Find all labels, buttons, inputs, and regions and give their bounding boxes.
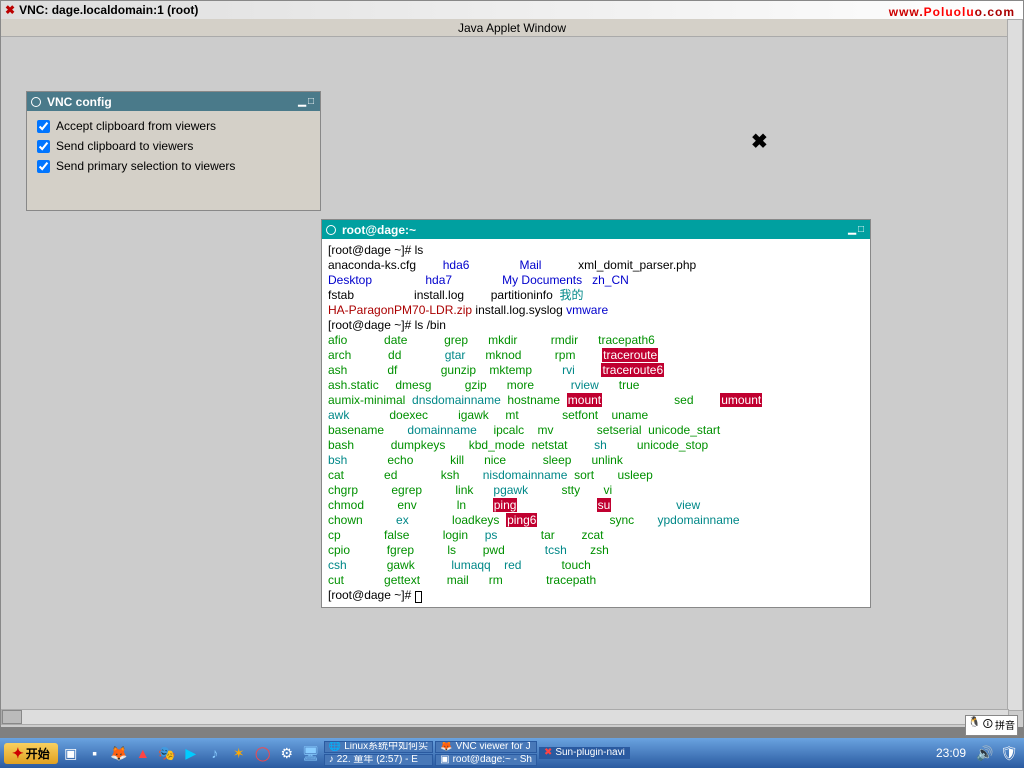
menu-icon[interactable] xyxy=(31,97,41,107)
start-label: 开始 xyxy=(26,745,50,762)
vnc-config-panel: VNC config ▁□ Accept clipboard from view… xyxy=(26,91,321,211)
config-option: Send clipboard to viewers xyxy=(37,139,310,153)
task-item[interactable]: ♪22. 童年 (2:57) - E xyxy=(324,754,433,766)
scrollbar-thumb[interactable] xyxy=(2,710,22,724)
vnc-config-title: VNC config xyxy=(47,95,112,109)
watermark: www.Poluoluo.com xyxy=(889,5,1015,19)
option-label: Send clipboard to viewers xyxy=(56,139,193,153)
terminal-output[interactable]: [root@dage ~]# ls anaconda-ks.cfg hda6 M… xyxy=(322,239,870,607)
vnc-title-bar[interactable]: ✖ VNC: dage.localdomain:1 (root) xyxy=(1,1,1023,19)
ime-indicator-top[interactable]: 🐧🛈拼音 xyxy=(965,715,1018,736)
task-item[interactable]: ▣root@dage:~ - Sh xyxy=(435,754,537,766)
task-item[interactable]: 🦊VNC viewer for J xyxy=(435,741,537,753)
taskbar: ✦ 开始 ▣ ▪ 🦊 ▲ 🎭 ▶ ♪ ✶ ◯ ⚙ 🖥 🌐Linux系统中如何实 … xyxy=(0,738,1024,768)
clock[interactable]: 23:09 xyxy=(936,746,972,760)
close-icon[interactable]: ✖ xyxy=(751,129,768,154)
horizontal-scrollbar[interactable] xyxy=(1,709,1009,725)
menu-icon[interactable] xyxy=(326,225,336,235)
vnc-content-area: Java Applet Window ✖ VNC config ▁□ Accep… xyxy=(1,19,1023,727)
app-icon-1[interactable]: 🎭 xyxy=(156,742,178,764)
media-icon[interactable]: ▶ xyxy=(180,742,202,764)
firefox-icon[interactable]: 🦊 xyxy=(108,742,130,764)
option-label: Send primary selection to viewers xyxy=(56,159,235,173)
terminal-window: root@dage:~ ▁□ [root@dage ~]# ls anacond… xyxy=(321,219,871,608)
window-buttons[interactable]: ▁□ xyxy=(848,224,866,235)
terminal-title: root@dage:~ xyxy=(342,223,416,237)
checkbox-accept-clipboard[interactable] xyxy=(37,120,50,133)
penguin-icon: 🐧 xyxy=(968,717,980,734)
task-item[interactable]: 🌐Linux系统中如何实 xyxy=(324,741,433,753)
vnc-config-title-bar[interactable]: VNC config ▁□ xyxy=(27,92,320,111)
vnc-title-text: VNC: dage.localdomain:1 (root) xyxy=(19,3,198,17)
desktop-icon[interactable]: ▣ xyxy=(60,742,82,764)
vnc-x-icon: ✖ xyxy=(5,3,15,17)
config-option: Send primary selection to viewers xyxy=(37,159,310,173)
applet-bar: Java Applet Window xyxy=(1,19,1023,37)
vertical-scrollbar[interactable] xyxy=(1007,19,1023,711)
window-buttons[interactable]: ▁□ xyxy=(298,96,316,107)
task-item-active[interactable]: ✖Sun-plugin-navi xyxy=(539,747,630,759)
star-icon: ✦ xyxy=(12,745,24,762)
tray-icon-2[interactable]: 🛡 xyxy=(998,742,1020,764)
task-group-1: 🌐Linux系统中如何实 ♪22. 童年 (2:57) - E xyxy=(324,741,433,766)
start-button[interactable]: ✦ 开始 xyxy=(4,743,58,764)
kde-icon[interactable]: ⚙ xyxy=(276,742,298,764)
monitor-icon[interactable]: 🖥 xyxy=(300,742,322,764)
config-option: Accept clipboard from viewers xyxy=(37,119,310,133)
opera-icon[interactable]: ◯ xyxy=(252,742,274,764)
checkbox-send-clipboard[interactable] xyxy=(37,140,50,153)
task-group-3: ✖Sun-plugin-navi xyxy=(539,747,630,759)
pdf-icon[interactable]: ▲ xyxy=(132,742,154,764)
option-label: Accept clipboard from viewers xyxy=(56,119,216,133)
terminal-icon[interactable]: ▪ xyxy=(84,742,106,764)
task-group-2: 🦊VNC viewer for J ▣root@dage:~ - Sh xyxy=(435,741,537,766)
vnc-viewer-window: ✖ VNC: dage.localdomain:1 (root) www.Pol… xyxy=(0,0,1024,726)
app-icon-2[interactable]: ✶ xyxy=(228,742,250,764)
tray-icon-1[interactable]: 🔊 xyxy=(974,742,996,764)
terminal-title-bar[interactable]: root@dage:~ ▁□ xyxy=(322,220,870,239)
music-icon[interactable]: ♪ xyxy=(204,742,226,764)
checkbox-send-primary[interactable] xyxy=(37,160,50,173)
vnc-config-body: Accept clipboard from viewers Send clipb… xyxy=(27,111,320,187)
